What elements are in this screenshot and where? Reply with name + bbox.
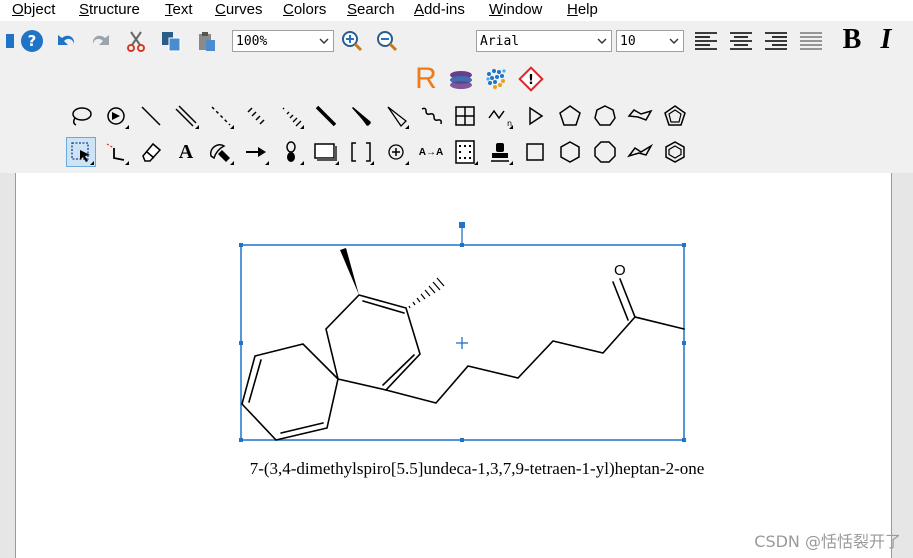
center-cross: [456, 337, 468, 349]
redo-icon[interactable]: [87, 27, 115, 55]
svg-text:?: ?: [28, 32, 37, 50]
select-tool-button[interactable]: [66, 137, 96, 167]
chair-ring-icon[interactable]: [626, 102, 654, 130]
menu-structure[interactable]: Structure: [79, 1, 140, 18]
charge-icon[interactable]: [382, 138, 410, 166]
pointer-icon[interactable]: [0, 27, 20, 55]
template-icon[interactable]: [451, 138, 479, 166]
svg-text:!: !: [528, 73, 534, 88]
menu-bar: Object Structure Text Curves Colors Sear…: [0, 0, 913, 21]
orbital-icon[interactable]: [277, 138, 305, 166]
molecule-drawing[interactable]: O: [16, 173, 891, 558]
chevron-down-icon: [669, 38, 679, 44]
square-ring-icon[interactable]: [521, 138, 549, 166]
hollow-wedge-icon[interactable]: [382, 102, 410, 130]
zoom-select[interactable]: 100%: [232, 30, 334, 52]
align-left-icon[interactable]: [692, 27, 720, 55]
bold-button[interactable]: B: [838, 24, 866, 55]
cut-icon[interactable]: [122, 27, 150, 55]
menu-object[interactable]: Object: [12, 1, 55, 18]
layers-icon[interactable]: [447, 65, 475, 93]
table-icon[interactable]: [451, 102, 479, 130]
brackets-icon[interactable]: [347, 138, 375, 166]
hashed-wedge-icon[interactable]: [277, 102, 305, 130]
hazard-icon[interactable]: !: [517, 65, 545, 93]
menu-window[interactable]: Window: [489, 1, 542, 18]
zoom-value: 100%: [236, 33, 268, 49]
arrow-tool-icon[interactable]: [242, 138, 270, 166]
octagon-ring-icon[interactable]: [591, 138, 619, 166]
menu-curves[interactable]: Curves: [215, 1, 263, 18]
pen-tool-icon[interactable]: [207, 138, 235, 166]
align-center-icon[interactable]: [727, 27, 755, 55]
chain-icon[interactable]: n: [486, 102, 514, 130]
justify-icon[interactable]: [797, 27, 825, 55]
chevron-down-icon: [319, 38, 329, 44]
font-value: Arial: [480, 33, 520, 49]
menu-add-ins[interactable]: Add-ins: [414, 1, 465, 18]
heptagon-ring-icon[interactable]: [591, 102, 619, 130]
menu-help[interactable]: Help: [567, 1, 598, 18]
document-page[interactable]: O 7-(3,4-dimethylspiro[5.5]undeca-1,3,7,…: [15, 173, 892, 558]
shape-box-icon[interactable]: [312, 138, 340, 166]
rotation-handle[interactable]: [459, 222, 465, 228]
italic-button[interactable]: I: [872, 24, 900, 55]
menu-search[interactable]: Search: [347, 1, 395, 18]
canvas-area: O 7-(3,4-dimethylspiro[5.5]undeca-1,3,7,…: [0, 173, 913, 558]
r-addin-button[interactable]: R: [412, 62, 440, 95]
paste-icon[interactable]: [193, 27, 221, 55]
hashed-methyl: [408, 277, 445, 309]
copy-icon[interactable]: [157, 27, 185, 55]
font-select[interactable]: Arial: [476, 30, 612, 52]
dashed-bond-icon[interactable]: [207, 102, 235, 130]
atom-map-button[interactable]: A→A: [414, 138, 448, 166]
single-bond-icon[interactable]: [137, 102, 165, 130]
chevron-down-icon: [597, 38, 607, 44]
align-right-icon[interactable]: [762, 27, 790, 55]
menu-colors[interactable]: Colors: [283, 1, 326, 18]
wavy-bond-icon[interactable]: [417, 102, 445, 130]
stamp-icon[interactable]: [486, 138, 514, 166]
text-tool-button[interactable]: A: [172, 138, 200, 166]
font-size-value: 10: [620, 33, 636, 49]
double-bond-icon[interactable]: [172, 102, 200, 130]
dots-sphere-icon[interactable]: [482, 65, 510, 93]
wedge-methyl: [340, 248, 359, 295]
hashed-bond-icon[interactable]: [242, 102, 270, 130]
lasso-icon[interactable]: [67, 102, 95, 130]
eraser-icon[interactable]: [137, 138, 165, 166]
hexagon-ring-icon[interactable]: [556, 138, 584, 166]
wedge-bond-icon[interactable]: [347, 102, 375, 130]
pentagon-ring-icon[interactable]: [556, 102, 584, 130]
rotate-icon[interactable]: [102, 102, 130, 130]
bold-bond-icon[interactable]: [312, 102, 340, 130]
zoom-in-icon[interactable]: [338, 27, 366, 55]
oxygen-atom-label: O: [614, 262, 626, 279]
bond-chain-icon[interactable]: [102, 138, 130, 166]
font-size-select[interactable]: 10: [616, 30, 684, 52]
compound-name-caption[interactable]: 7-(3,4-dimethylspiro[5.5]undeca-1,3,7,9-…: [16, 459, 891, 479]
menu-text[interactable]: Text: [165, 1, 193, 18]
help-icon[interactable]: ?: [18, 27, 46, 55]
benzene-ring-icon[interactable]: [661, 138, 689, 166]
zoom-out-icon[interactable]: [373, 27, 401, 55]
boat-ring-icon[interactable]: [626, 138, 654, 166]
bonds: [241, 278, 685, 441]
toolbar-area: ? 100% Arial 10 B I R ! n A A→A: [0, 21, 913, 173]
watermark: CSDN @恬恬裂开了: [754, 532, 901, 551]
undo-icon[interactable]: [52, 27, 80, 55]
triangle-ring-icon[interactable]: [521, 102, 549, 130]
cyclopentadiene-icon[interactable]: [661, 102, 689, 130]
